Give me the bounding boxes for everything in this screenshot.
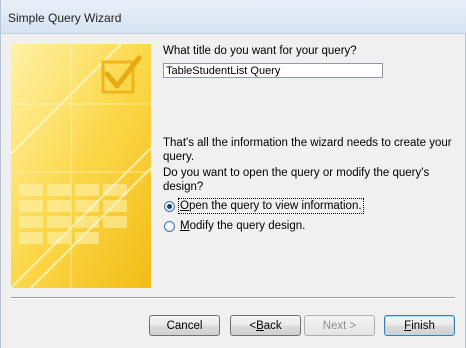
query-title-input[interactable] (163, 63, 383, 78)
next-button[interactable]: Next > (304, 315, 375, 336)
title-question: What title do you want for your query? (163, 45, 357, 57)
radio-open-query[interactable] (164, 200, 175, 212)
finish-button[interactable]: Finish (384, 315, 455, 336)
separator (11, 297, 455, 299)
wizard-checkmark-art-icon (11, 44, 151, 288)
option-modify-design[interactable]: Modify the query design. (164, 218, 306, 234)
wizard-window: Simple Query Wizard What title do you wa… (0, 0, 466, 348)
option-open-query[interactable]: Open the query to view information. (164, 198, 364, 214)
info-text: That's all the information the wizard ne… (163, 137, 452, 163)
option-modify-design-label[interactable]: Modify the query design. (179, 219, 306, 233)
title-bar[interactable]: Simple Query Wizard (1, 0, 466, 34)
back-button[interactable]: < Back (230, 315, 301, 336)
option-open-query-label[interactable]: Open the query to view information. (178, 198, 364, 214)
cancel-button[interactable]: Cancel (149, 315, 220, 336)
open-question: Do you want to open the query or modify … (163, 167, 430, 193)
window-title: Simple Query Wizard (8, 11, 122, 25)
radio-modify-design[interactable] (164, 220, 175, 232)
